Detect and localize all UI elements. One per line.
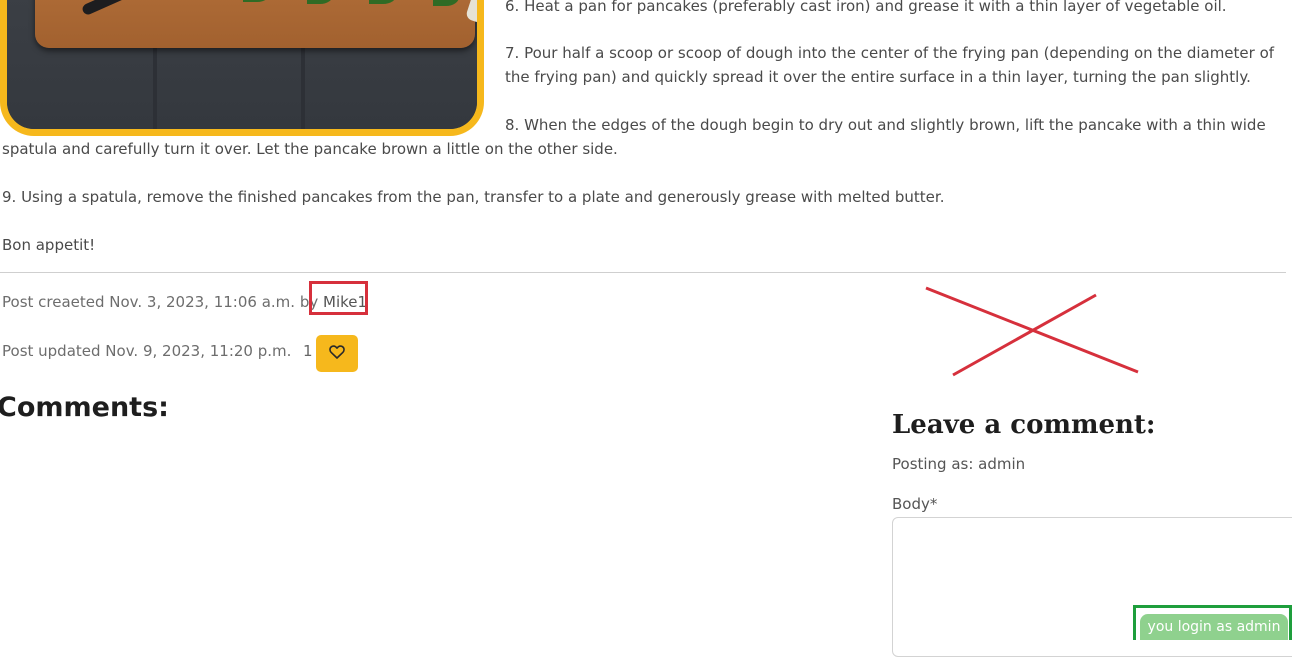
leave-comment-heading: Leave a comment: — [892, 410, 1156, 440]
heart-icon — [329, 345, 345, 362]
knife-graphic — [80, 0, 130, 17]
recipe-image — [0, 0, 484, 136]
recipe-step-8-line-2: spatula and carefully turn it over. Let … — [2, 140, 618, 158]
green-onion-graphic — [464, 0, 477, 24]
post-created-text: Post creaeted Nov. 3, 2023, 11:06 a.m. b… — [2, 293, 319, 311]
post-updated-text: Post updated Nov. 9, 2023, 11:20 p.m. — [2, 342, 292, 360]
comments-heading: Comments: — [0, 392, 169, 423]
recipe-step-6: 6. Heat a pan for pancakes (preferably c… — [505, 0, 1227, 15]
annotation-red-cross — [925, 286, 1139, 377]
recipe-step-9: 9. Using a spatula, remove the finished … — [2, 188, 945, 206]
cutting-board — [35, 0, 477, 48]
divider — [0, 272, 1286, 273]
recipe-step-7-line-1: 7. Pour half a scoop or scoop of dough i… — [505, 44, 1275, 62]
like-button[interactable] — [316, 335, 358, 372]
body-label: Body* — [892, 495, 938, 513]
recipe-step-7-line-2: the frying pan) and quickly spread it ov… — [505, 68, 1251, 86]
annotation-red-box — [309, 281, 368, 315]
recipe-closing: Bon appetit! — [2, 236, 96, 254]
recipe-step-8-line-1: 8. When the edges of the dough begin to … — [505, 116, 1266, 134]
admin-login-badge: you login as admin — [1140, 614, 1288, 640]
like-count: 1 — [303, 342, 313, 360]
posting-as-text: Posting as: admin — [892, 455, 1026, 473]
